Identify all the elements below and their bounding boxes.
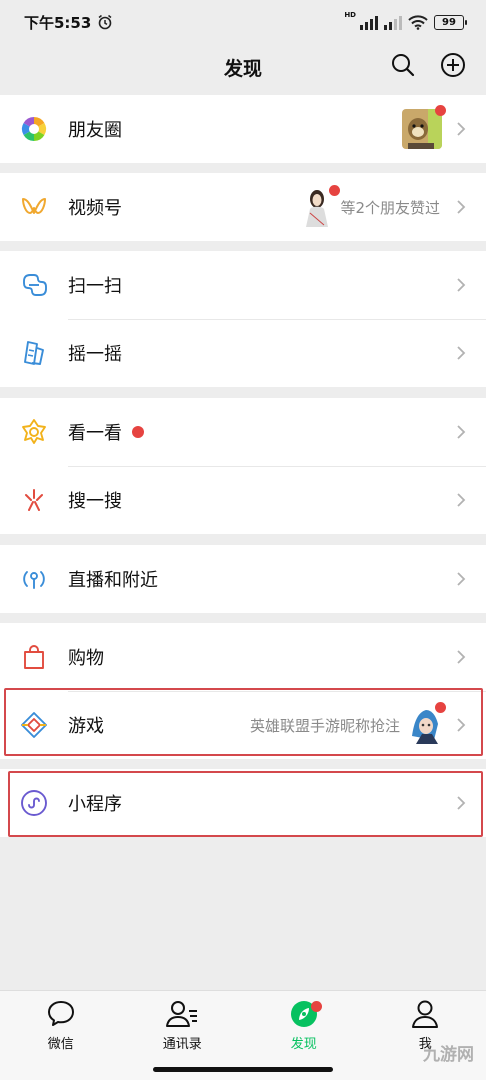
search-icon[interactable] (390, 52, 416, 78)
moments-thumbnail (402, 105, 446, 149)
moments-unread-dot (435, 105, 446, 116)
tab-discover-label: 发现 (290, 1037, 317, 1052)
mini-programs-label: 小程序 (68, 794, 122, 815)
chat-bubble-icon (47, 1001, 74, 1026)
mini-programs-row[interactable]: 小程序 (0, 769, 486, 837)
group-mini-programs: 小程序 (0, 769, 486, 837)
games-label: 游戏 (68, 716, 104, 737)
tab-chats-label: 微信 (47, 1037, 74, 1052)
battery-icon: 99 (434, 14, 467, 30)
channels-unread-dot (329, 185, 341, 196)
chevron-right-icon (457, 493, 466, 507)
search-label: 搜一搜 (68, 491, 122, 512)
shopping-bag-icon (20, 643, 48, 671)
top-stories-icon (20, 418, 48, 446)
tab-discover-unread-dot (310, 1001, 322, 1012)
tab-contacts-label: 通讯录 (162, 1037, 202, 1052)
header: 发现 (0, 44, 486, 90)
battery-level: 99 (442, 16, 456, 28)
group-scan-shake: 扫一扫 摇一摇 (0, 251, 486, 387)
status-time: 下午5:53 (24, 13, 92, 32)
moments-row[interactable]: 朋友圈 (0, 95, 486, 163)
moments-label: 朋友圈 (68, 120, 122, 141)
scan-icon (20, 271, 48, 299)
channels-row[interactable]: 视频号 等2个朋友赞过 (0, 173, 486, 241)
live-nearby-row[interactable]: 直播和附近 (0, 545, 486, 613)
signal-icon (360, 14, 378, 30)
chevron-right-icon (457, 718, 466, 732)
status-right: HD 99 (344, 11, 467, 30)
top-stories-row[interactable]: 看一看 (0, 398, 486, 466)
games-thumbnail (408, 702, 446, 744)
shake-label: 摇一摇 (68, 344, 122, 365)
status-bar: 下午5:53 HD 99 (0, 0, 486, 44)
mini-program-icon (20, 789, 48, 817)
chevron-right-icon (457, 346, 466, 360)
search-spark-icon (20, 486, 48, 514)
scan-label: 扫一扫 (68, 276, 122, 297)
tab-chats[interactable]: 微信 (16, 999, 106, 1080)
live-nearby-icon (20, 565, 48, 593)
group-live-nearby: 直播和附近 (0, 545, 486, 613)
chevron-right-icon (457, 650, 466, 664)
moments-thumbnail-image (402, 109, 442, 149)
channels-meta: 等2个朋友赞过 (340, 198, 440, 217)
games-icon (20, 711, 48, 739)
live-nearby-label: 直播和附近 (68, 570, 158, 591)
games-meta: 英雄联盟手游昵称抢注 (249, 716, 400, 735)
shopping-label: 购物 (68, 648, 104, 669)
page-title: 发现 (223, 57, 262, 80)
top-stories-unread-dot (132, 426, 144, 438)
games-unread-dot (435, 702, 446, 713)
group-channels: 视频号 等2个朋友赞过 (0, 173, 486, 241)
shake-row[interactable]: 摇一摇 (0, 319, 486, 387)
shopping-row[interactable]: 购物 (0, 623, 486, 691)
chevron-right-icon (457, 796, 466, 810)
group-moments: 朋友圈 (0, 95, 486, 163)
chevron-right-icon (457, 278, 466, 292)
moments-icon (20, 115, 48, 143)
group-stories-search: 看一看 搜一搜 (0, 398, 486, 534)
chevron-right-icon (457, 200, 466, 214)
network-type-label: HD (344, 11, 356, 19)
alarm-icon (98, 14, 112, 30)
home-indicator (153, 1067, 333, 1072)
channels-label: 视频号 (68, 198, 122, 219)
watermark: 九游网 (423, 1045, 474, 1065)
search-row[interactable]: 搜一搜 (0, 466, 486, 534)
group-shopping-games: 购物 游戏 英雄联盟手游昵称抢注 (0, 623, 486, 759)
add-icon[interactable] (440, 52, 466, 78)
games-row[interactable]: 游戏 英雄联盟手游昵称抢注 (0, 691, 486, 759)
status-left: 下午5:53 (24, 12, 113, 33)
top-stories-label: 看一看 (68, 423, 122, 444)
chevron-right-icon (457, 122, 466, 136)
scan-row[interactable]: 扫一扫 (0, 251, 486, 319)
wifi-icon (408, 14, 428, 30)
chevron-right-icon (457, 425, 466, 439)
channels-friend-avatar (300, 185, 341, 227)
chevron-right-icon (457, 572, 466, 586)
contacts-icon (166, 1001, 198, 1027)
header-actions (390, 52, 466, 78)
person-icon (412, 1000, 439, 1028)
shake-icon (20, 339, 48, 367)
signal-secondary-icon (384, 14, 402, 30)
channels-icon (20, 193, 48, 221)
